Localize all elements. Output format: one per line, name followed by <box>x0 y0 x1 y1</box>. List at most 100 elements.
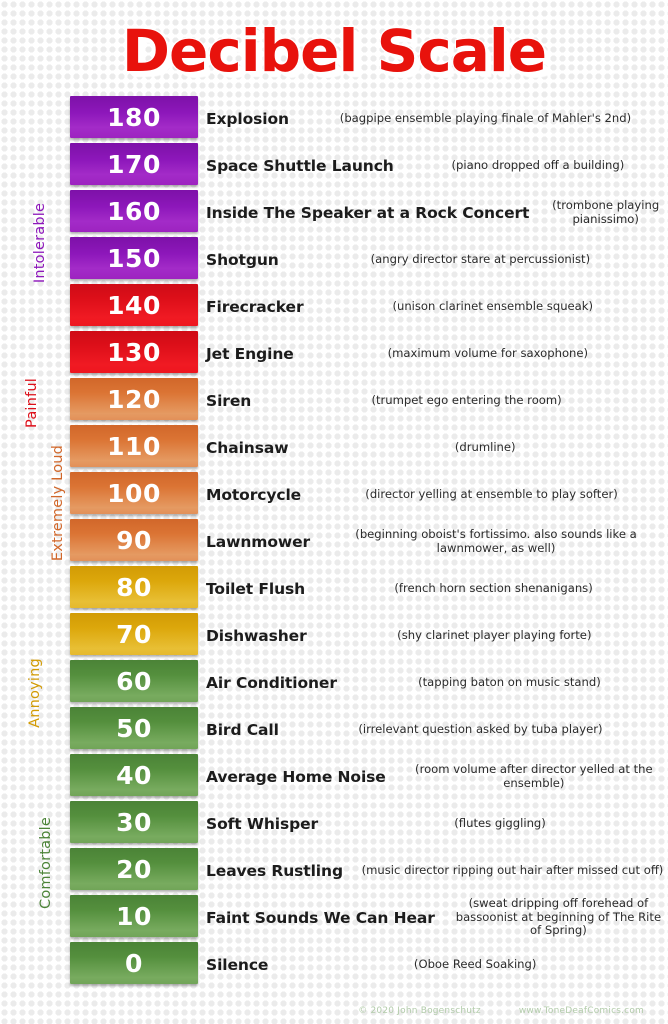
row-text: Faint Sounds We Can Hear (sweat dripping … <box>206 894 668 941</box>
joke-caption: (sweat dripping off forehead of bassooni… <box>455 895 662 938</box>
joke-caption: (bagpipe ensemble playing finale of Mahl… <box>339 110 632 125</box>
website-link[interactable]: www.ToneDeafComics.com <box>519 1006 644 1016</box>
sound-source-label: Air Conditioner <box>206 673 337 692</box>
decibel-bar: 0 <box>70 942 198 984</box>
sound-source-label: Toilet Flush <box>206 579 306 598</box>
row-text: Inside The Speaker at a Rock Concert (tro… <box>206 189 668 236</box>
decibel-bar: 20 <box>70 848 198 890</box>
decibel-scale-chart: Intolerable Painful Extremely Loud Annoying… <box>0 95 668 988</box>
decibel-bar: 160 <box>70 190 198 232</box>
decibel-value: 130 <box>107 337 161 367</box>
row-text: Silence (Oboe Reed Soaking) <box>206 941 668 988</box>
scale-row: 120 Siren (trumpet ego entering the room) <box>0 377 668 424</box>
decibel-value: 50 <box>116 713 152 743</box>
decibel-value: 90 <box>116 525 152 555</box>
decibel-value: 100 <box>107 478 161 508</box>
decibel-bar: 30 <box>70 801 198 843</box>
joke-caption: (irrelevant question asked by tuba playe… <box>358 721 603 736</box>
decibel-value: 70 <box>116 619 152 649</box>
joke-caption: (trombone playing pianissimo) <box>552 197 660 226</box>
sound-source-label: Dishwasher <box>206 626 307 645</box>
sound-source-label: Jet Engine <box>206 344 294 363</box>
scale-row: 90 Lawnmower (beginning oboist's fortissim… <box>0 518 668 565</box>
sound-source-label: Soft Whisper <box>206 814 319 833</box>
decibel-value: 60 <box>116 666 152 696</box>
decibel-value: 120 <box>107 384 161 414</box>
scale-row: 50 Bird Call (irrelevant question asked by… <box>0 706 668 753</box>
decibel-bar: 60 <box>70 660 198 702</box>
row-text: Chainsaw (drumline) <box>206 424 668 471</box>
row-text: Jet Engine (maximum volume for saxophone) <box>206 330 668 377</box>
scale-row: 100 Motorcycle (director yelling at ensemb… <box>0 471 668 518</box>
row-text: Average Home Noise (room volume after dir… <box>206 753 668 800</box>
decibel-bar: 170 <box>70 143 198 185</box>
joke-caption: (angry director stare at percussionist) <box>370 251 591 266</box>
row-text: Motorcycle (director yelling at ensemble … <box>206 471 668 518</box>
decibel-value: 110 <box>107 431 161 461</box>
decibel-value: 80 <box>116 572 152 602</box>
row-text: Space Shuttle Launch (piano dropped off a… <box>206 142 668 189</box>
decibel-bar: 90 <box>70 519 198 561</box>
scale-row: 140 Firecracker (unison clarinet ensemble … <box>0 283 668 330</box>
joke-caption: (room volume after director yelled at th… <box>415 761 653 790</box>
row-text: Air Conditioner (tapping baton on music s… <box>206 659 668 706</box>
scale-row: 160 Inside The Speaker at a Rock Concert (… <box>0 189 668 236</box>
sound-source-label: Bird Call <box>206 720 279 739</box>
sound-source-label: Motorcycle <box>206 485 302 504</box>
joke-caption: (beginning oboist's fortissimo. also sou… <box>355 526 637 555</box>
sound-source-label: Inside The Speaker at a Rock Concert <box>206 203 530 222</box>
row-text: Dishwasher (shy clarinet player playing f… <box>206 612 668 659</box>
decibel-bar: 70 <box>70 613 198 655</box>
sound-source-label: Average Home Noise <box>206 767 386 786</box>
decibel-value: 40 <box>116 760 152 790</box>
decibel-bar: 80 <box>70 566 198 608</box>
sound-source-label: Faint Sounds We Can Hear <box>206 908 435 927</box>
joke-caption: (maximum volume for saxophone) <box>387 345 589 360</box>
decibel-value: 180 <box>107 102 161 132</box>
sound-source-label: Siren <box>206 391 252 410</box>
joke-caption: (Oboe Reed Soaking) <box>413 956 537 971</box>
sound-source-label: Explosion <box>206 109 289 128</box>
sound-source-label: Lawnmower <box>206 532 311 551</box>
decibel-value: 170 <box>107 149 161 179</box>
decibel-value: 0 <box>125 948 143 978</box>
row-text: Siren (trumpet ego entering the room) <box>206 377 668 424</box>
title-area: Decibel Scale <box>0 0 668 95</box>
page-title: Decibel Scale <box>121 16 547 85</box>
row-text: Leaves Rustling (music director ripping o… <box>206 847 668 894</box>
footer: © 2020 John Bogenschutz www.ToneDeafComi… <box>0 1006 668 1016</box>
sound-source-label: Silence <box>206 955 269 974</box>
row-text: Lawnmower (beginning oboist's fortissimo.… <box>206 518 668 565</box>
scale-row: 150 Shotgun (angry director stare at percu… <box>0 236 668 283</box>
joke-caption: (music director ripping out hair after m… <box>361 862 664 877</box>
row-text: Bird Call (irrelevant question asked by t… <box>206 706 668 753</box>
row-text: Toilet Flush (french horn section shenani… <box>206 565 668 612</box>
sound-source-label: Firecracker <box>206 297 304 316</box>
copyright-text: © 2020 John Bogenschutz <box>358 1006 481 1016</box>
decibel-bar: 50 <box>70 707 198 749</box>
scale-row: 130 Jet Engine (maximum volume for saxopho… <box>0 330 668 377</box>
scale-row: 20 Leaves Rustling (music director ripping… <box>0 847 668 894</box>
scale-row: 80 Toilet Flush (french horn section shena… <box>0 565 668 612</box>
decibel-bar: 140 <box>70 284 198 326</box>
row-text: Shotgun (angry director stare at percussi… <box>206 236 668 283</box>
joke-caption: (director yelling at ensemble to play so… <box>365 486 618 501</box>
decibel-bar: 120 <box>70 378 198 420</box>
decibel-bar: 40 <box>70 754 198 796</box>
decibel-bar: 110 <box>70 425 198 467</box>
row-text: Explosion (bagpipe ensemble playing final… <box>206 95 668 142</box>
scale-row: 30 Soft Whisper (flutes giggling) <box>0 800 668 847</box>
joke-caption: (shy clarinet player playing forte) <box>397 627 592 642</box>
sound-source-label: Chainsaw <box>206 438 289 457</box>
decibel-bar: 150 <box>70 237 198 279</box>
decibel-value: 30 <box>116 807 152 837</box>
scale-row: 180 Explosion (bagpipe ensemble playing fi… <box>0 95 668 142</box>
decibel-bar: 130 <box>70 331 198 373</box>
joke-caption: (flutes giggling) <box>454 815 546 830</box>
decibel-value: 150 <box>107 243 161 273</box>
decibel-value: 10 <box>116 901 152 931</box>
row-text: Soft Whisper (flutes giggling) <box>206 800 668 847</box>
sound-source-label: Space Shuttle Launch <box>206 156 394 175</box>
row-text: Firecracker (unison clarinet ensemble squ… <box>206 283 668 330</box>
decibel-bar: 10 <box>70 895 198 937</box>
